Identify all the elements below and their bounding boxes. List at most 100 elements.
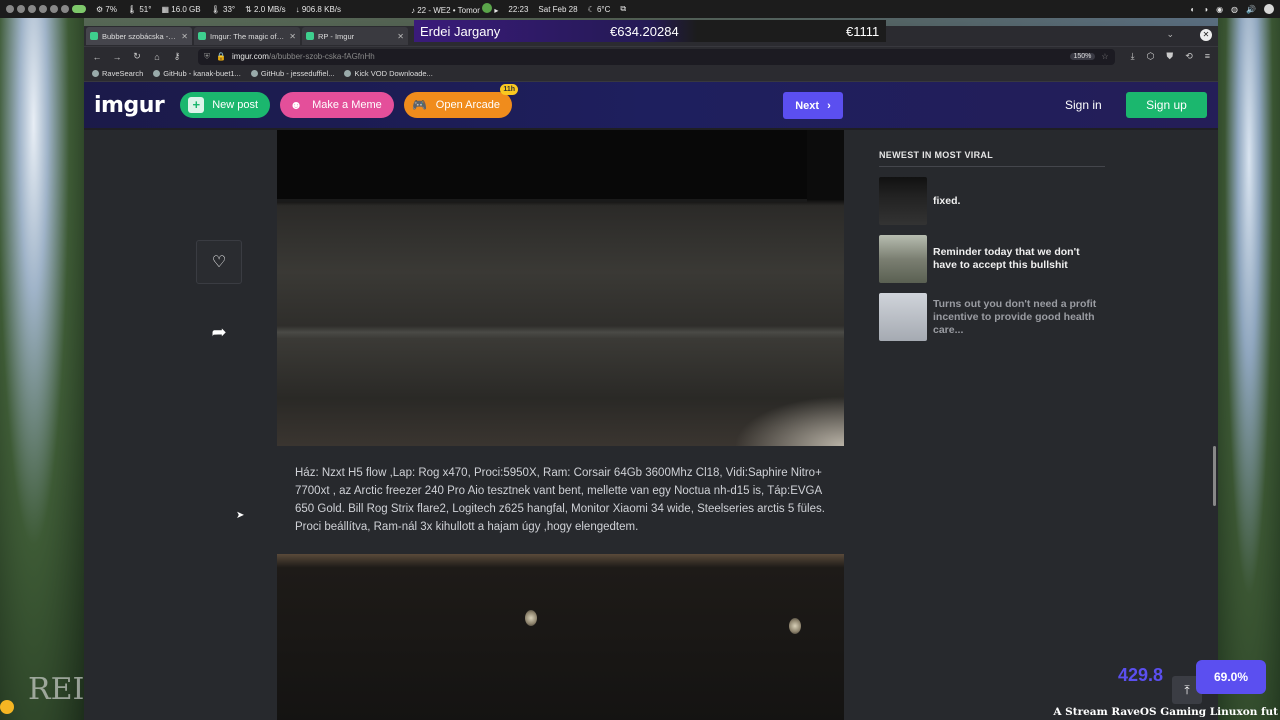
favorite-button[interactable]: ♡	[196, 240, 242, 284]
shield-icon[interactable]: ⛨	[204, 52, 210, 62]
workspace-dot[interactable]	[6, 5, 14, 13]
sign-up-button[interactable]: Sign up	[1126, 92, 1207, 118]
make-meme-button[interactable]: ☻ Make a Meme	[280, 92, 394, 118]
viral-item-title[interactable]: fixed.	[933, 195, 960, 208]
viral-thumbnail[interactable]	[879, 235, 927, 283]
tray-icon-1[interactable]: ◐	[1190, 5, 1195, 14]
close-icon[interactable]: ✕	[181, 32, 188, 41]
image-dark-box	[277, 130, 807, 202]
next-label: Next	[795, 99, 820, 112]
bookmark-star-icon[interactable]: ☆	[1101, 52, 1108, 61]
clock-date[interactable]: Sat Feb 28	[538, 5, 577, 14]
workspace-dot[interactable]	[50, 5, 58, 13]
back-icon[interactable]: ←	[92, 52, 102, 62]
bookmark-github-kanak[interactable]: GitHub - kanak-buet1...	[153, 69, 241, 78]
workspace-indicators[interactable]	[6, 5, 86, 13]
gpu-temp-value: 33°	[223, 4, 236, 14]
arrow-up-icon: ⤒	[1184, 682, 1190, 697]
viral-thumbnail[interactable]	[879, 177, 927, 225]
media-player[interactable]: ♪ 22 - WE2 • Tomor ▸	[411, 3, 498, 15]
tab-bubber[interactable]: Bubber szobácska - Imgur ✕	[86, 27, 192, 45]
overlay-amount-1: €634.20284	[610, 23, 679, 39]
viral-item[interactable]: Turns out you don't need a profit incent…	[879, 293, 1105, 341]
stream-donation-overlay: Erdei Jargany €634.20284 €1111	[414, 20, 886, 42]
clock-time: 22:23	[508, 4, 529, 14]
menu-icon[interactable]: ≡	[1205, 51, 1210, 62]
tray-icon-2[interactable]: ◑	[1203, 5, 1208, 14]
workspace-dot[interactable]	[39, 5, 47, 13]
home-icon[interactable]: ⌂	[152, 52, 162, 62]
next-button[interactable]: Next ›	[783, 92, 843, 119]
navigation-bar: ← → ↻ ⌂ ⚷ ⛨ 🔒 imgur.com/a/bubber-szob-cs…	[84, 46, 1218, 66]
post-image-1[interactable]	[277, 130, 844, 446]
play-icon[interactable]	[482, 3, 493, 13]
zoom-level[interactable]: 150%	[1069, 53, 1096, 60]
bookmarks-bar: RaveSearch GitHub - kanak-buet1... GitHu…	[84, 66, 1218, 82]
bookmark-ravesearch[interactable]: RaveSearch	[92, 69, 143, 78]
post-image-2[interactable]	[277, 554, 844, 720]
weather: ☾ 6°C	[587, 4, 611, 14]
viral-item[interactable]: Reminder today that we don't have to acc…	[879, 235, 1105, 283]
volume-icon[interactable]: 🔊	[1246, 5, 1256, 14]
sync-icon[interactable]: ⟲	[1185, 51, 1193, 62]
memory-usage: ▦ 16.0 GB	[161, 4, 201, 14]
tray-icon-3[interactable]: ◉	[1216, 5, 1223, 14]
close-icon[interactable]: ✕	[289, 32, 296, 41]
cpu-temp: 🌡 51°	[126, 4, 152, 14]
tab-imgur-home[interactable]: Imgur: The magic of the Int ✕	[194, 27, 300, 45]
workspace-dot-active[interactable]	[72, 5, 86, 13]
plus-icon: +	[188, 97, 205, 113]
tab-rp[interactable]: RP - Imgur ✕	[302, 27, 408, 45]
workspace-dot[interactable]	[28, 5, 36, 13]
ublock-icon[interactable]: ⛊	[1166, 51, 1173, 62]
close-icon[interactable]: ✕	[397, 32, 404, 41]
tab-title: Bubber szobácska - Imgur	[102, 31, 177, 41]
screenshot-icon[interactable]: ⧉	[620, 4, 626, 14]
lock-icon[interactable]: 🔒	[216, 52, 226, 61]
viral-item-title[interactable]: Reminder today that we don't have to acc…	[933, 246, 1105, 272]
post-actions: ♡ ➦	[196, 240, 242, 343]
net-up-value: 2.0 MB/s	[254, 4, 286, 14]
forward-icon[interactable]: →	[112, 52, 122, 62]
overlay-amount-2: €1111	[846, 23, 880, 39]
bookmark-kick-vod[interactable]: Kick VOD Downloade...	[344, 69, 433, 78]
post-description: Ház: Nzxt H5 flow ,Lap: Rog x470, Proci:…	[295, 467, 825, 533]
cpu-usage: ⚙ 7%	[96, 4, 117, 14]
key-icon[interactable]: ⚷	[172, 51, 182, 62]
github-icon	[250, 70, 258, 77]
image-knob	[789, 618, 801, 634]
sign-in-link[interactable]: Sign in	[1065, 98, 1102, 112]
new-post-button[interactable]: + New post	[180, 92, 271, 118]
wallpaper-right	[1218, 18, 1280, 720]
net-down-value: 906.8 KB/s	[301, 4, 341, 14]
workspace-dot[interactable]	[17, 5, 25, 13]
viral-item-title[interactable]: Turns out you don't need a profit incent…	[933, 298, 1105, 337]
viral-thumbnail[interactable]	[879, 293, 927, 341]
window-close-icon[interactable]: ✕	[1200, 29, 1212, 41]
viral-item[interactable]: fixed.	[879, 177, 1105, 225]
bookmark-label: RaveSearch	[102, 69, 144, 78]
extensions-icon[interactable]: ⬡	[1147, 51, 1155, 62]
imgur-logo[interactable]: imgur	[94, 93, 165, 118]
tab-list-chevron-icon[interactable]: ⌄	[1166, 29, 1174, 40]
system-top-bar: ⚙ 7% 🌡 51° ▦ 16.0 GB 🌡 33° ⇅ 2.0 MB/s ↓ …	[0, 0, 1280, 18]
open-arcade-button[interactable]: 🎮 Open Arcade 11h	[403, 84, 519, 118]
net-up: ⇅ 2.0 MB/s	[245, 4, 286, 14]
power-icon[interactable]	[1264, 4, 1274, 14]
most-viral-panel: NEWEST IN MOST VIRAL fixed. Reminder tod…	[879, 150, 1105, 341]
share-icon[interactable]: ➦	[196, 322, 242, 343]
reload-icon[interactable]: ↻	[132, 51, 142, 62]
page-scrollbar[interactable]	[1213, 446, 1216, 506]
stream-stat: 429.8	[1118, 665, 1164, 685]
weather-value: 6°C	[596, 4, 611, 14]
open-arcade-label: Open Arcade	[435, 99, 501, 111]
download-icon[interactable]: ⤓	[1131, 51, 1135, 62]
cpu-usage-value: 7%	[105, 4, 117, 14]
tray-icon-4[interactable]: ◍	[1231, 5, 1238, 14]
url-bar[interactable]: ⛨ 🔒 imgur.com/a/bubber-szob-cska-fAGfnHh…	[198, 48, 1115, 65]
gpu-temp: 🌡 33°	[210, 4, 236, 14]
bookmark-github-jesse[interactable]: GitHub - jesseduffiel...	[250, 69, 334, 78]
make-meme-label: Make a Meme	[312, 99, 382, 111]
workspace-dot[interactable]	[61, 5, 69, 13]
arcade-badge: 11h	[500, 84, 519, 95]
